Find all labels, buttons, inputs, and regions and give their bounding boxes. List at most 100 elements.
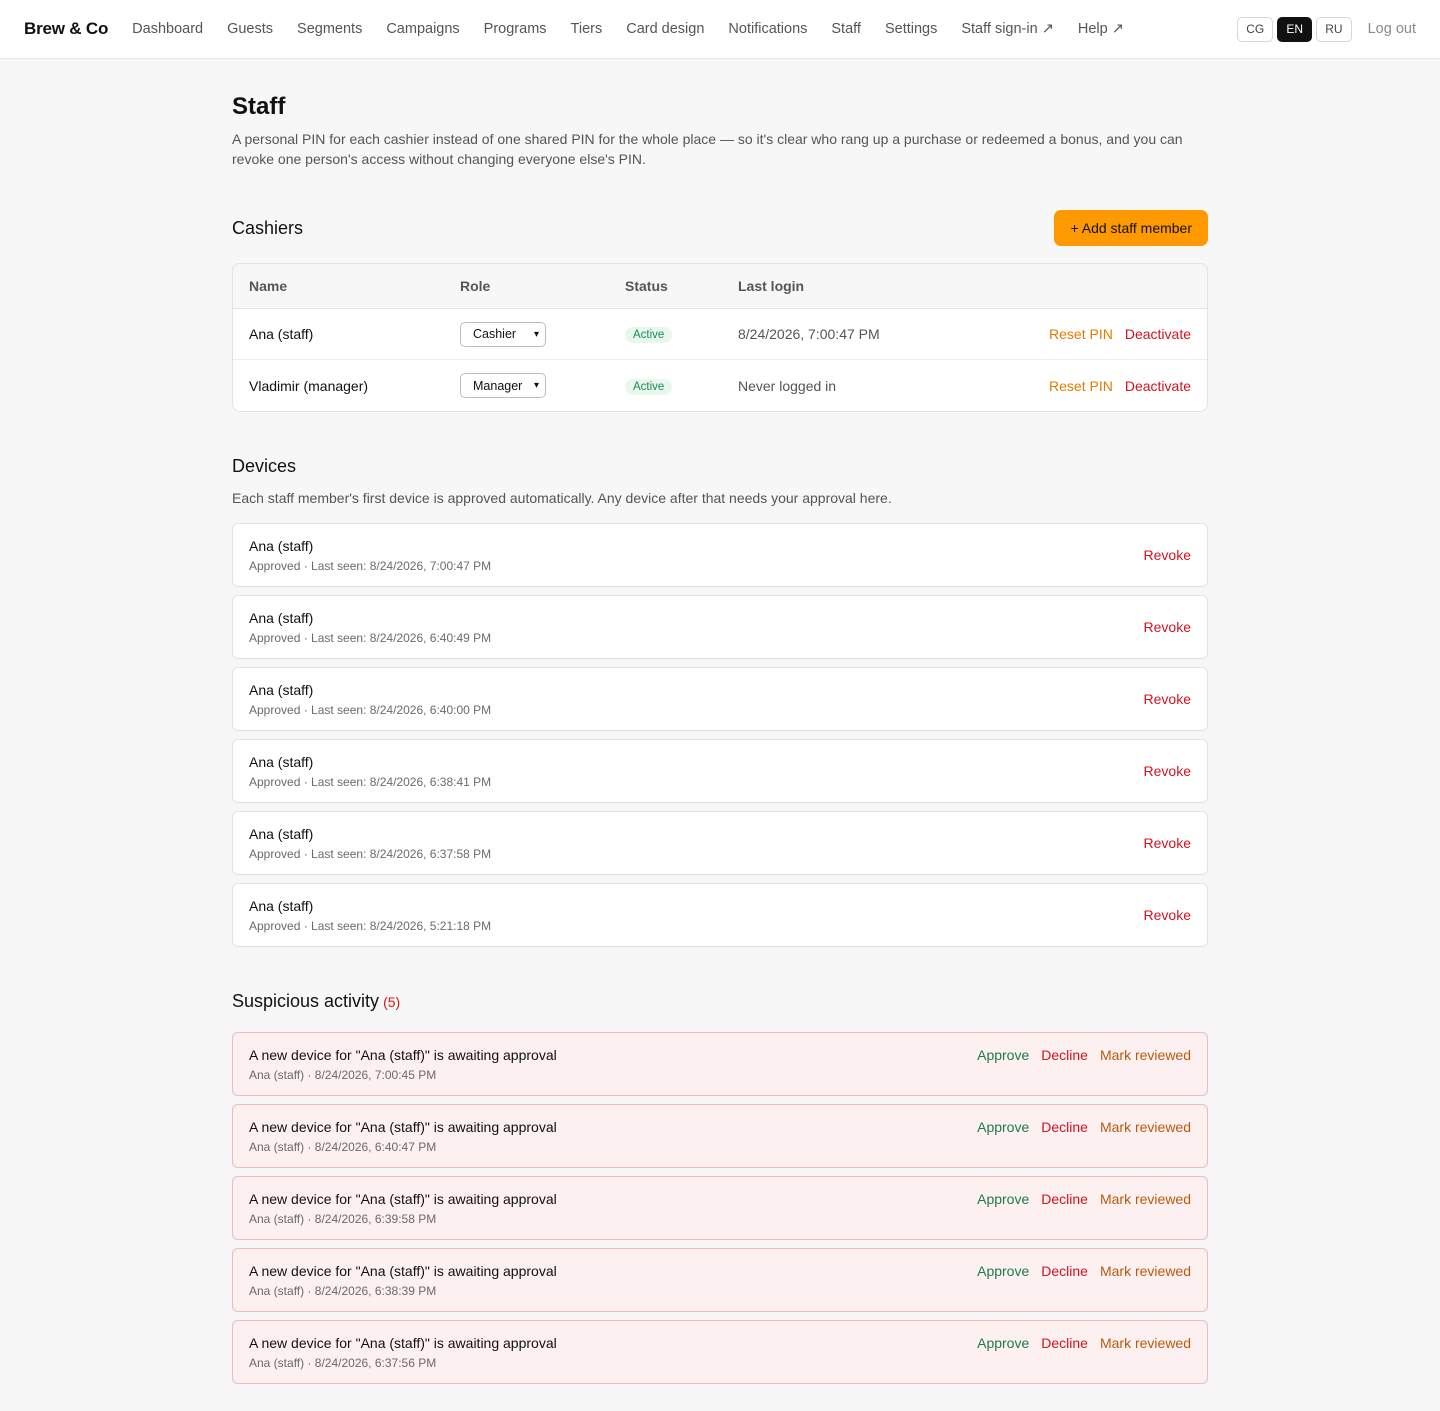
alert-meta: Ana (staff) · 8/24/2026, 6:39:58 PM [249, 1212, 437, 1226]
nav-link-guests[interactable]: Guests [227, 21, 273, 37]
lang-button-ru[interactable]: RU [1316, 16, 1352, 42]
reset-pin-button[interactable]: Reset PIN [1049, 326, 1113, 342]
staff-name: Ana (staff) [249, 326, 314, 342]
approve-button[interactable]: Approve [977, 1191, 1029, 1207]
devices-subtitle: Each staff member's first device is appr… [232, 490, 892, 506]
alert-item: A new device for "Ana (staff)" is awaiti… [232, 1104, 1208, 1168]
chevron-down-icon: ▾ [533, 380, 539, 391]
alert-item: A new device for "Ana (staff)" is awaiti… [232, 1320, 1208, 1384]
logout-link[interactable]: Log out [1368, 21, 1416, 37]
top-nav: Brew & Co Dashboard Guests Segments Camp… [0, 0, 1440, 59]
alert-item: A new device for "Ana (staff)" is awaiti… [232, 1248, 1208, 1312]
cashiers-table: Name Role Status Last login Ana (staff) … [232, 263, 1208, 412]
revoke-button[interactable]: Revoke [1144, 547, 1191, 563]
device-meta: Approved · Last seen: 8/24/2026, 6:40:00… [249, 702, 492, 717]
deactivate-button[interactable]: Deactivate [1125, 326, 1191, 342]
alert-meta: Ana (staff) · 8/24/2026, 6:40:47 PM [249, 1140, 437, 1154]
deactivate-button[interactable]: Deactivate [1125, 378, 1191, 394]
decline-button[interactable]: Decline [1041, 1119, 1088, 1135]
role-select-value: Manager [473, 378, 523, 393]
status-badge: Active [625, 378, 673, 395]
alert-actions: Approve Decline Mark reviewed [977, 1047, 1191, 1063]
approve-button[interactable]: Approve [977, 1119, 1029, 1135]
approve-button[interactable]: Approve [977, 1047, 1029, 1063]
device-item: Ana (staff) Approved · Last seen: 8/24/20… [232, 883, 1208, 947]
device-item: Ana (staff) Approved · Last seen: 8/24/20… [232, 739, 1208, 803]
nav-link-dashboard[interactable]: Dashboard [132, 21, 203, 37]
device-owner: Ana (staff) [249, 609, 314, 626]
approve-button[interactable]: Approve [977, 1335, 1029, 1351]
revoke-button[interactable]: Revoke [1144, 835, 1191, 851]
suspicious-title: Suspicious activity [232, 991, 380, 1011]
role-select[interactable]: Manager ▾ [460, 373, 546, 398]
role-select[interactable]: Cashier ▾ [460, 321, 546, 347]
device-item: Ana (staff) Approved · Last seen: 8/24/20… [232, 811, 1208, 875]
cashiers-header: Cashiers + Add staff member [232, 210, 1208, 246]
nav-link-campaigns[interactable]: Campaigns [386, 21, 459, 37]
alert-title: A new device for "Ana (staff)" is awaiti… [249, 1335, 557, 1351]
nav-link-tiers[interactable]: Tiers [571, 21, 603, 37]
mark-reviewed-button[interactable]: Mark reviewed [1100, 1335, 1191, 1351]
revoke-button[interactable]: Revoke [1144, 619, 1191, 635]
cashiers-title: Cashiers [232, 217, 304, 238]
suspicious-count: (5) [383, 993, 401, 1010]
lang-button-en[interactable]: EN [1277, 16, 1313, 42]
decline-button[interactable]: Decline [1041, 1047, 1088, 1063]
device-item: Ana (staff) Approved · Last seen: 8/24/20… [232, 667, 1208, 731]
table-row: Vladimir (manager) Manager ▾ Active Never… [233, 360, 1207, 411]
mark-reviewed-button[interactable]: Mark reviewed [1100, 1263, 1191, 1279]
suspicious-list: A new device for "Ana (staff)" is awaiti… [232, 1032, 1208, 1384]
device-list: Ana (staff) Approved · Last seen: 8/24/20… [232, 523, 1208, 947]
page-description: A personal PIN for each cashier instead … [232, 131, 1183, 167]
table-row: Ana (staff) Cashier ▾ Active 8/24/2026, 7… [233, 309, 1207, 360]
nav-link-card-design[interactable]: Card design [626, 21, 704, 37]
mark-reviewed-button[interactable]: Mark reviewed [1100, 1047, 1191, 1063]
staff-name: Vladimir (manager) [249, 377, 369, 394]
nav-link-staff-sign-in[interactable]: Staff sign-in ↗ [961, 21, 1053, 37]
revoke-button[interactable]: Revoke [1144, 691, 1191, 707]
alert-actions: Approve Decline Mark reviewed [977, 1119, 1191, 1135]
alert-actions: Approve Decline Mark reviewed [977, 1335, 1191, 1351]
device-meta: Approved · Last seen: 8/24/2026, 6:38:41… [249, 774, 492, 789]
revoke-button[interactable]: Revoke [1144, 763, 1191, 779]
alert-actions: Approve Decline Mark reviewed [977, 1191, 1191, 1207]
row-actions: Reset PIN Deactivate [1049, 378, 1191, 394]
device-meta: Approved · Last seen: 8/24/2026, 6:40:49… [249, 630, 492, 645]
column-header-role: Role [460, 278, 491, 294]
lang-button-cg[interactable]: CG [1237, 16, 1274, 42]
alert-title: A new device for "Ana (staff)" is awaiti… [249, 1119, 557, 1135]
column-header-last-login: Last login [738, 278, 805, 294]
add-staff-button[interactable]: + Add staff member [1054, 210, 1208, 246]
brand-logo[interactable]: Brew & Co [24, 19, 108, 39]
last-login: Never logged in [738, 377, 837, 394]
alert-title: A new device for "Ana (staff)" is awaiti… [249, 1191, 557, 1207]
main-content: Staff A personal PIN for each cashier in… [232, 59, 1208, 1384]
decline-button[interactable]: Decline [1041, 1335, 1088, 1351]
device-meta: Approved · Last seen: 8/24/2026, 6:37:58… [249, 846, 492, 861]
device-owner: Ana (staff) [249, 681, 314, 698]
nav-link-segments[interactable]: Segments [297, 21, 362, 37]
revoke-button[interactable]: Revoke [1144, 907, 1191, 923]
nav-link-help[interactable]: Help ↗ [1078, 21, 1124, 37]
nav-links: Dashboard Guests Segments Campaigns Prog… [132, 21, 1237, 37]
mark-reviewed-button[interactable]: Mark reviewed [1100, 1191, 1191, 1207]
approve-button[interactable]: Approve [977, 1263, 1029, 1279]
devices-header: Devices [232, 456, 1208, 477]
device-meta: Approved · Last seen: 8/24/2026, 7:00:47… [249, 558, 492, 573]
alert-actions: Approve Decline Mark reviewed [977, 1263, 1191, 1279]
status-badge: Active [625, 327, 673, 343]
nav-link-staff[interactable]: Staff [831, 21, 861, 37]
nav-link-programs[interactable]: Programs [484, 21, 547, 37]
alert-item: A new device for "Ana (staff)" is awaiti… [232, 1176, 1208, 1240]
alert-item: A new device for "Ana (staff)" is awaiti… [232, 1032, 1208, 1096]
nav-link-settings[interactable]: Settings [885, 21, 937, 37]
column-header-status: Status [625, 278, 668, 294]
column-header-name: Name [249, 278, 288, 294]
nav-link-notifications[interactable]: Notifications [728, 21, 807, 37]
mark-reviewed-button[interactable]: Mark reviewed [1100, 1119, 1191, 1135]
row-actions: Reset PIN Deactivate [1049, 326, 1191, 342]
decline-button[interactable]: Decline [1041, 1263, 1088, 1279]
reset-pin-button[interactable]: Reset PIN [1049, 378, 1113, 394]
device-owner: Ana (staff) [249, 537, 314, 554]
decline-button[interactable]: Decline [1041, 1191, 1088, 1207]
